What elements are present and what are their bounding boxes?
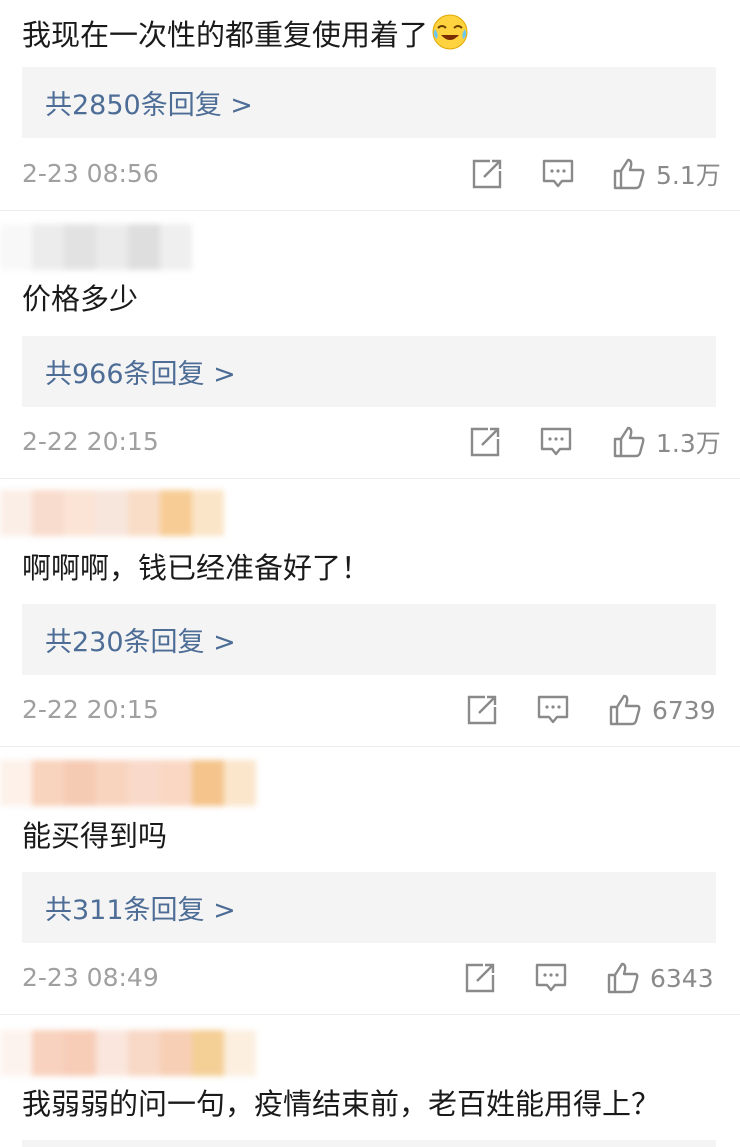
comment-meta-row: 2-23 08:49 6343 [0,958,740,998]
reply-count-label: 共230条回复 > [45,627,236,658]
comment-meta-row: 2-22 20:15 1.3万 [0,422,740,462]
like-button[interactable]: 1.3万 [612,422,721,462]
comment-icon[interactable] [541,158,575,190]
view-replies-link[interactable]: 共311条回复 > [22,872,716,943]
like-button[interactable]: 5.1万 [612,154,721,194]
comment-icon[interactable] [534,962,568,994]
timestamp: 2-22 20:15 [22,695,159,724]
thumbs-up-icon [607,962,639,994]
comment-text: 能买得到吗 [22,819,168,853]
comment-text: 我现在一次性的都重复使用着了 [22,12,470,62]
comment-text: 价格多少 [22,282,139,316]
comment-meta-row: 2-23 08:56 5.1万 [0,154,740,194]
like-count: 5.1万 [656,161,721,190]
divider [0,746,740,747]
timestamp: 2-23 08:56 [22,159,159,188]
thumbs-up-icon [609,694,641,726]
share-icon[interactable] [465,694,499,726]
share-icon[interactable] [468,426,502,458]
view-replies-link[interactable]: 共2850条回复 > [22,67,716,138]
username-blurred [0,490,224,536]
comment-text: 我弱弱的问一句，疫情结束前，老百姓能用得上？ [22,1087,661,1121]
comment-meta-row: 2-22 20:15 6739 [0,690,740,730]
view-replies-link[interactable]: 共230条回复 > [22,604,716,675]
thumbs-up-icon [613,426,645,458]
like-count: 6343 [650,963,714,993]
reply-count-label: 共2850条回复 > [45,90,253,121]
like-count: 6739 [652,695,716,725]
view-replies-link[interactable]: 共966条回复 > [22,336,716,407]
like-button[interactable]: 6739 [608,690,716,730]
share-icon[interactable] [463,962,497,994]
share-icon[interactable] [470,158,504,190]
comment-icon[interactable] [539,426,573,458]
divider [0,478,740,479]
timestamp: 2-23 08:49 [22,963,159,992]
username-blurred [0,760,256,806]
timestamp: 2-22 20:15 [22,427,159,456]
comment-icon[interactable] [536,694,570,726]
crying-laughing-emoji-icon [430,12,470,62]
username-blurred [0,1030,256,1076]
thumbs-up-icon [613,158,645,190]
username-blurred [0,224,192,270]
reply-count-label: 共966条回复 > [45,359,236,390]
divider [0,210,740,211]
like-button[interactable]: 6343 [606,958,714,998]
view-replies-link[interactable] [22,1140,716,1147]
comment-text: 啊啊啊，钱已经准备好了！ [22,551,371,585]
divider [0,1014,740,1015]
like-count: 1.3万 [656,429,721,458]
reply-count-label: 共311条回复 > [45,895,236,926]
